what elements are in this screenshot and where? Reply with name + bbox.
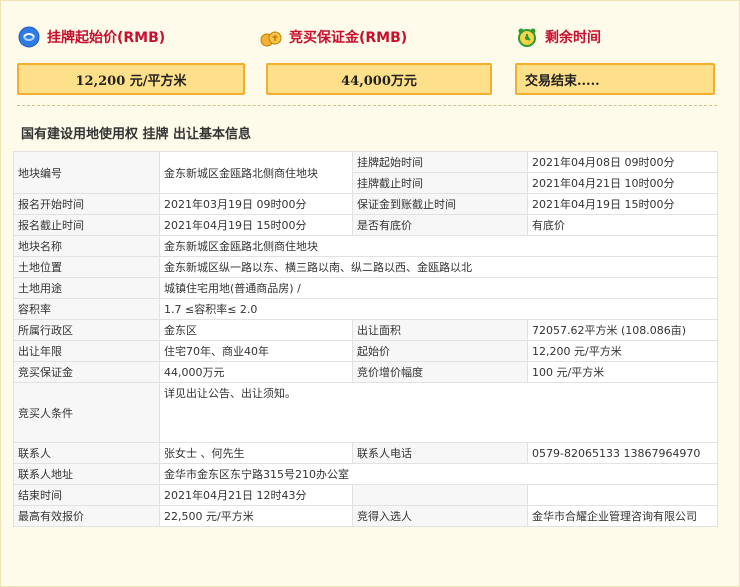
table-row: 地块名称 金东新城区金瓯路北侧商住地块 [13, 235, 718, 257]
start-price-box: 12,200 元/平方米 [17, 63, 245, 95]
deposit-title-text: 竞买保证金(RMB) [289, 30, 408, 46]
remaining-time-box: 交易结束..... [515, 63, 715, 95]
conditions-value: 详见出让公告、出让须知。 [159, 382, 718, 443]
start-price-table-value: 12,200 元/平方米 [527, 340, 718, 362]
far-label: 容积率 [13, 298, 160, 320]
increment-value: 100 元/平方米 [527, 361, 718, 383]
remaining-title-text: 剩余时间 [545, 30, 601, 46]
table-row: 结束时间 2021年04月21日 12时43分 [13, 484, 718, 506]
deposit-value: 44,000万元 [341, 73, 417, 89]
phone-value: 0579-82065133 13867964970 [527, 442, 718, 464]
page: 挂牌起始价(RMB) 竞买保证金(RMB) 剩余时间 12,200 元/平方米 … [0, 0, 740, 587]
deposit-deadline-label: 保证金到账截止时间 [352, 193, 528, 215]
highest-value: 22,500 元/平方米 [159, 505, 353, 527]
address-label: 联系人地址 [13, 463, 160, 485]
use-value: 城镇住宅用地(普通商品房) / [159, 277, 718, 299]
deposit-deadline-value: 2021年04月19日 15时00分 [527, 193, 718, 215]
end-time-value: 2021年04月21日 12时43分 [159, 484, 353, 506]
name-label: 地块名称 [13, 235, 160, 257]
end-time-label: 结束时间 [13, 484, 160, 506]
listing-start-value: 2021年04月08日 09时00分 [527, 151, 718, 173]
table-row: 出让年限 住宅70年、商业40年 起始价 12,200 元/平方米 [13, 340, 718, 362]
table-row: 容积率 1.7 ≤容积率≤ 2.0 [13, 298, 718, 320]
section-divider [17, 105, 717, 106]
contact-label: 联系人 [13, 442, 160, 464]
remaining-time-value: 交易结束..... [525, 73, 600, 89]
auction-summary: 挂牌起始价(RMB) 竞买保证金(RMB) 剩余时间 12,200 元/平方米 … [1, 1, 740, 111]
winner-value: 金华市合耀企业管理咨询有限公司 [527, 505, 718, 527]
area-value: 72057.62平方米 (108.086亩) [527, 319, 718, 341]
reg-end-value: 2021年04月19日 15时00分 [159, 214, 353, 236]
district-label: 所属行政区 [13, 319, 160, 341]
reg-start-value: 2021年03月19日 09时00分 [159, 193, 353, 215]
location-label: 土地位置 [13, 256, 160, 278]
contact-value: 张女士 、何先生 [159, 442, 353, 464]
reserve-label: 是否有底价 [352, 214, 528, 236]
bid-deposit-label: 竞买保证金 [13, 361, 160, 383]
table-row: 报名开始时间 2021年03月19日 09时00分 保证金到账截止时间 2021… [13, 193, 718, 215]
alarm-clock-icon [515, 25, 539, 49]
remaining-time-title: 剩余时间 [515, 25, 601, 49]
listing-start-label: 挂牌起始时间 [352, 151, 528, 173]
table-row: 所属行政区 金东区 出让面积 72057.62平方米 (108.086亩) [13, 319, 718, 341]
table-row: 竞买人条件 详见出让公告、出让须知。 [13, 382, 718, 443]
listing-info-table: 地块编号 金东新城区金瓯路北侧商住地块 挂牌起始时间 2021年04月08日 0… [13, 151, 718, 527]
start-price-title: 挂牌起始价(RMB) [17, 25, 165, 49]
start-price-value: 12,200 元/平方米 [75, 73, 187, 89]
area-label: 出让面积 [352, 319, 528, 341]
table-row: 土地用途 城镇住宅用地(普通商品房) / [13, 277, 718, 299]
section-title: 国有建设用地使用权 挂牌 出让基本信息 [21, 127, 252, 142]
conditions-label: 竞买人条件 [13, 382, 160, 443]
empty-cell [352, 484, 528, 506]
deposit-title: 竞买保证金(RMB) [259, 25, 407, 49]
plot-no-label: 地块编号 [13, 151, 160, 194]
use-label: 土地用途 [13, 277, 160, 299]
far-value: 1.7 ≤容积率≤ 2.0 [159, 298, 718, 320]
blue-coin-icon [17, 25, 41, 49]
table-row: 最高有效报价 22,500 元/平方米 竞得入选人 金华市合耀企业管理咨询有限公… [13, 505, 718, 527]
table-row: 竞买保证金 44,000万元 竞价增价幅度 100 元/平方米 [13, 361, 718, 383]
reg-end-label: 报名截止时间 [13, 214, 160, 236]
highest-label: 最高有效报价 [13, 505, 160, 527]
table-row: 联系人 张女士 、何先生 联系人电话 0579-82065133 1386796… [13, 442, 718, 464]
reserve-value: 有底价 [527, 214, 718, 236]
listing-end-label: 挂牌截止时间 [352, 172, 528, 194]
table-row: 报名截止时间 2021年04月19日 15时00分 是否有底价 有底价 [13, 214, 718, 236]
term-value: 住宅70年、商业40年 [159, 340, 353, 362]
winner-label: 竞得入选人 [352, 505, 528, 527]
start-price-label: 起始价 [352, 340, 528, 362]
bid-deposit-value: 44,000万元 [159, 361, 353, 383]
phone-label: 联系人电话 [352, 442, 528, 464]
name-value: 金东新城区金瓯路北侧商住地块 [159, 235, 718, 257]
start-price-title-text: 挂牌起始价(RMB) [47, 30, 166, 46]
district-value: 金东区 [159, 319, 353, 341]
deposit-box: 44,000万元 [266, 63, 492, 95]
reg-start-label: 报名开始时间 [13, 193, 160, 215]
plot-no-value: 金东新城区金瓯路北侧商住地块 [159, 151, 353, 194]
coins-icon [259, 25, 283, 49]
listing-end-value: 2021年04月21日 10时00分 [527, 172, 718, 194]
table-row: 地块编号 金东新城区金瓯路北侧商住地块 挂牌起始时间 2021年04月08日 0… [13, 151, 718, 194]
increment-label: 竞价增价幅度 [352, 361, 528, 383]
address-value: 金华市金东区东宁路315号210办公室 [159, 463, 718, 485]
table-row: 联系人地址 金华市金东区东宁路315号210办公室 [13, 463, 718, 485]
term-label: 出让年限 [13, 340, 160, 362]
location-value: 金东新城区纵一路以东、横三路以南、纵二路以西、金瓯路以北 [159, 256, 718, 278]
empty-cell [527, 484, 718, 506]
table-row: 土地位置 金东新城区纵一路以东、横三路以南、纵二路以西、金瓯路以北 [13, 256, 718, 278]
